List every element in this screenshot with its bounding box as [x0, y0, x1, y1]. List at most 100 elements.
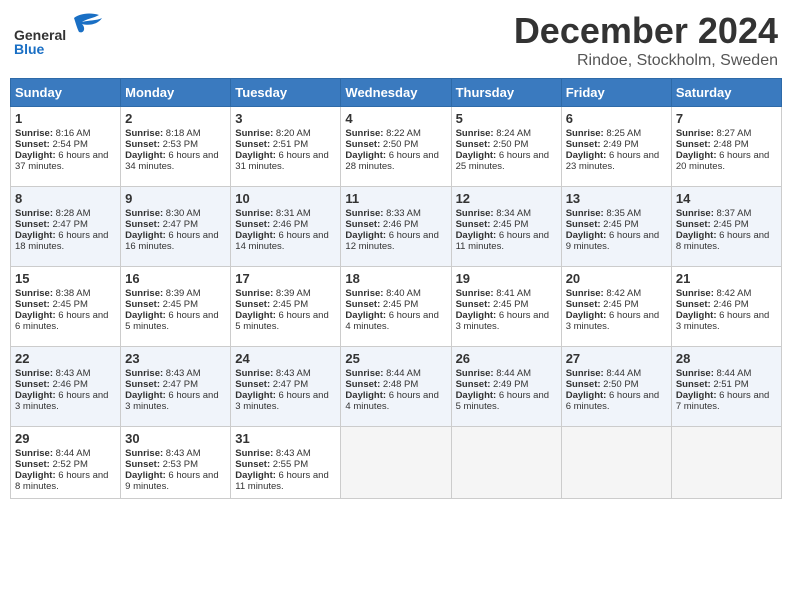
day-info-line: Sunrise: 8:31 AM — [235, 208, 336, 219]
day-info-line: Sunset: 2:45 PM — [676, 219, 777, 230]
day-info-line: Daylight: 6 hours and 11 minutes. — [235, 470, 336, 492]
calendar-cell: 7Sunrise: 8:27 AMSunset: 2:48 PMDaylight… — [671, 107, 781, 187]
calendar-cell: 15Sunrise: 8:38 AMSunset: 2:45 PMDayligh… — [11, 267, 121, 347]
day-info-line: Sunset: 2:48 PM — [676, 139, 777, 150]
day-number: 10 — [235, 191, 336, 206]
day-info-line: Daylight: 6 hours and 20 minutes. — [676, 150, 777, 172]
day-info-line: Daylight: 6 hours and 5 minutes. — [456, 390, 557, 412]
day-info-line: Daylight: 6 hours and 3 minutes. — [15, 390, 116, 412]
day-number: 20 — [566, 271, 667, 286]
day-info-line: Daylight: 6 hours and 34 minutes. — [125, 150, 226, 172]
calendar-cell: 31 Sunrise: 8:43 AMSunset: 2:55 PMDayligh… — [231, 427, 341, 499]
day-info-line: Daylight: 6 hours and 7 minutes. — [676, 390, 777, 412]
day-number: 23 — [125, 351, 226, 366]
day-number: 11 — [345, 191, 446, 206]
day-info-line: Sunrise: 8:35 AM — [566, 208, 667, 219]
day-info-line: Sunrise: 8:44 AM — [456, 368, 557, 379]
day-number: 2 — [125, 111, 226, 126]
calendar-cell — [561, 427, 671, 499]
calendar-cell: 6Sunrise: 8:25 AMSunset: 2:49 PMDaylight… — [561, 107, 671, 187]
calendar-cell: 9Sunrise: 8:30 AMSunset: 2:47 PMDaylight… — [121, 187, 231, 267]
day-number: 15 — [15, 271, 116, 286]
day-info-line: Sunrise: 8:27 AM — [676, 128, 777, 139]
day-info-line: Daylight: 6 hours and 3 minutes. — [566, 310, 667, 332]
calendar-cell — [451, 427, 561, 499]
calendar-cell: 29Sunrise: 8:44 AMSunset: 2:52 PMDayligh… — [11, 427, 121, 499]
calendar-cell: 27Sunrise: 8:44 AMSunset: 2:50 PMDayligh… — [561, 347, 671, 427]
day-number: 4 — [345, 111, 446, 126]
calendar-cell: 14Sunrise: 8:37 AMSunset: 2:45 PMDayligh… — [671, 187, 781, 267]
day-number: 6 — [566, 111, 667, 126]
day-info-line: Sunset: 2:50 PM — [566, 379, 667, 390]
day-info-line: Daylight: 6 hours and 14 minutes. — [235, 230, 336, 252]
calendar-cell: 28Sunrise: 8:44 AMSunset: 2:51 PMDayligh… — [671, 347, 781, 427]
day-info-line: Daylight: 6 hours and 3 minutes. — [125, 390, 226, 412]
day-number: 18 — [345, 271, 446, 286]
page-header: General Blue December 2024 Rindoe, Stock… — [10, 10, 782, 70]
day-info-line: Sunrise: 8:39 AM — [235, 288, 336, 299]
day-info-line: Daylight: 6 hours and 3 minutes. — [676, 310, 777, 332]
calendar-cell — [671, 427, 781, 499]
header-row: SundayMondayTuesdayWednesdayThursdayFrid… — [11, 79, 782, 107]
day-number: 9 — [125, 191, 226, 206]
day-info-line: Sunrise: 8:25 AM — [566, 128, 667, 139]
day-number: 8 — [15, 191, 116, 206]
day-info-line: Sunset: 2:53 PM — [125, 459, 226, 470]
day-info-line: Sunset: 2:55 PM — [235, 459, 336, 470]
day-info-line: Daylight: 6 hours and 6 minutes. — [15, 310, 116, 332]
day-number: 30 — [125, 431, 226, 446]
day-info-line: Daylight: 6 hours and 31 minutes. — [235, 150, 336, 172]
day-info-line: Sunset: 2:45 PM — [345, 299, 446, 310]
day-info-line: Sunrise: 8:28 AM — [15, 208, 116, 219]
day-info-line: Sunset: 2:45 PM — [235, 299, 336, 310]
day-info-line: Sunrise: 8:40 AM — [345, 288, 446, 299]
day-info-line: Daylight: 6 hours and 4 minutes. — [345, 310, 446, 332]
day-number: 27 — [566, 351, 667, 366]
day-number: 13 — [566, 191, 667, 206]
day-number: 16 — [125, 271, 226, 286]
day-info-line: Daylight: 6 hours and 9 minutes. — [566, 230, 667, 252]
day-info-line: Sunrise: 8:22 AM — [345, 128, 446, 139]
day-info-line: Sunset: 2:50 PM — [345, 139, 446, 150]
calendar-cell: 11Sunrise: 8:33 AMSunset: 2:46 PMDayligh… — [341, 187, 451, 267]
day-number: 31 — [235, 431, 336, 446]
day-info-line: Sunrise: 8:33 AM — [345, 208, 446, 219]
day-number: 22 — [15, 351, 116, 366]
calendar-cell: 1Sunrise: 8:16 AMSunset: 2:54 PMDaylight… — [11, 107, 121, 187]
day-number: 3 — [235, 111, 336, 126]
calendar-cell: 2Sunrise: 8:18 AMSunset: 2:53 PMDaylight… — [121, 107, 231, 187]
location: Rindoe, Stockholm, Sweden — [514, 52, 778, 70]
calendar-cell: 10Sunrise: 8:31 AMSunset: 2:46 PMDayligh… — [231, 187, 341, 267]
day-info-line: Sunset: 2:47 PM — [235, 379, 336, 390]
day-info-line: Daylight: 6 hours and 18 minutes. — [15, 230, 116, 252]
calendar-cell: 24 Sunrise: 8:43 AMSunset: 2:47 PMDayligh… — [231, 347, 341, 427]
day-info-line: Sunrise: 8:43 AM — [125, 368, 226, 379]
day-info-line: Daylight: 6 hours and 3 minutes. — [235, 390, 336, 412]
calendar-cell: 20Sunrise: 8:42 AMSunset: 2:45 PMDayligh… — [561, 267, 671, 347]
day-number: 17 — [235, 271, 336, 286]
day-info-line: Sunrise: 8:43 AM — [235, 368, 336, 379]
calendar-cell: 5Sunrise: 8:24 AMSunset: 2:50 PMDaylight… — [451, 107, 561, 187]
day-info-line: Sunrise: 8:20 AM — [235, 128, 336, 139]
day-info-line: Sunset: 2:50 PM — [456, 139, 557, 150]
calendar-cell: 13Sunrise: 8:35 AMSunset: 2:45 PMDayligh… — [561, 187, 671, 267]
day-info-line: Sunset: 2:51 PM — [235, 139, 336, 150]
day-number: 24 — [235, 351, 336, 366]
day-info-line: Daylight: 6 hours and 25 minutes. — [456, 150, 557, 172]
day-info-line: Sunset: 2:51 PM — [676, 379, 777, 390]
svg-text:Blue: Blue — [14, 41, 45, 55]
weekday-header: Sunday — [11, 79, 121, 107]
day-info-line: Daylight: 6 hours and 11 minutes. — [456, 230, 557, 252]
day-info-line: Sunset: 2:48 PM — [345, 379, 446, 390]
logo-svg: General Blue — [14, 10, 104, 55]
day-info-line: Sunrise: 8:38 AM — [15, 288, 116, 299]
day-info-line: Sunrise: 8:43 AM — [235, 448, 336, 459]
day-info-line: Sunset: 2:49 PM — [456, 379, 557, 390]
calendar-cell: 21Sunrise: 8:42 AMSunset: 2:46 PMDayligh… — [671, 267, 781, 347]
day-number: 28 — [676, 351, 777, 366]
day-info-line: Sunrise: 8:37 AM — [676, 208, 777, 219]
day-number: 14 — [676, 191, 777, 206]
day-info-line: Sunset: 2:45 PM — [566, 299, 667, 310]
day-info-line: Daylight: 6 hours and 6 minutes. — [566, 390, 667, 412]
day-info-line: Sunrise: 8:18 AM — [125, 128, 226, 139]
